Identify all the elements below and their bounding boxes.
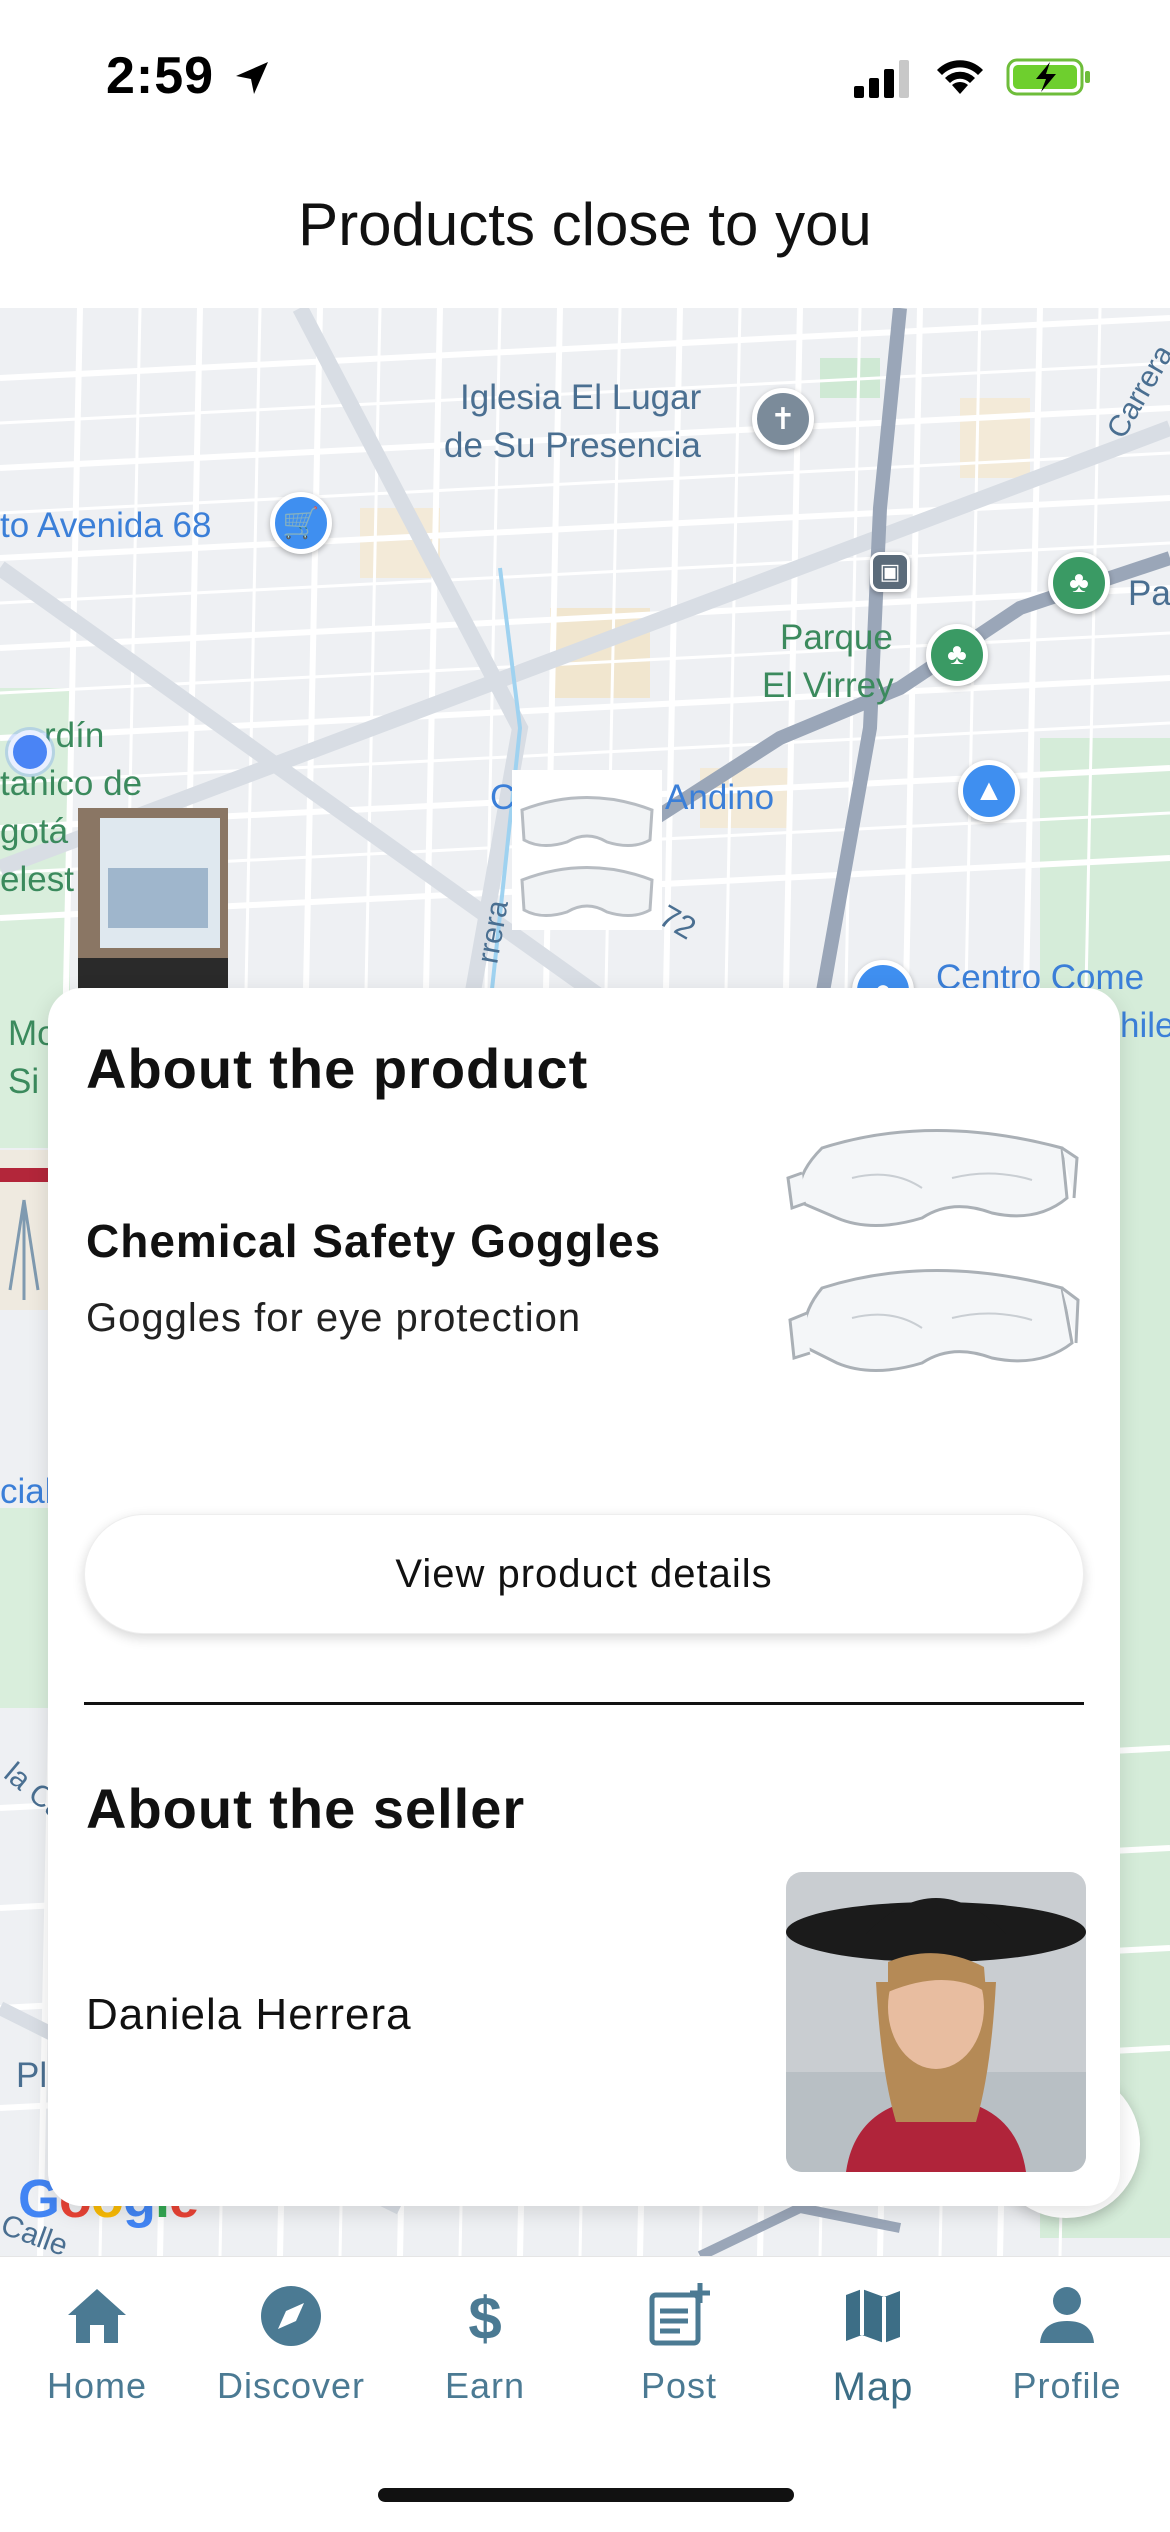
park-pin-icon-2[interactable]: ♣ [926, 624, 988, 686]
product-name: Chemical Safety Goggles [86, 1215, 662, 1267]
shopping-bag-pin-icon[interactable]: ▲ [958, 760, 1020, 822]
section-divider [84, 1702, 1084, 1705]
nav-map[interactable]: Map [776, 2281, 970, 2431]
church-pin-icon[interactable]: ✝ [752, 388, 814, 450]
post-icon [649, 2283, 710, 2346]
nav-earn[interactable]: $ Earn [388, 2281, 582, 2431]
cellular-signal-icon [854, 60, 909, 98]
page-title: Products close to you [298, 191, 872, 258]
map-icon [846, 2289, 900, 2343]
battery-charging-icon [1006, 58, 1090, 96]
map-label-virrey: El Virrey [762, 666, 894, 705]
nav-map-label: Map [832, 2365, 914, 2409]
map-label-avenida: to Avenida 68 [0, 506, 212, 545]
map-label-pa: Pa [1128, 574, 1170, 613]
profile-icon [1040, 2287, 1094, 2343]
nav-profile[interactable]: Profile [970, 2281, 1164, 2431]
map-label-chile: hile [1120, 1006, 1170, 1045]
nav-home-label: Home [46, 2365, 148, 2406]
location-arrow-icon [236, 62, 268, 94]
nav-earn-label: Earn [444, 2365, 526, 2406]
dollar-icon: $ [468, 2285, 501, 2351]
transit-station-icon[interactable]: ▣ [870, 552, 910, 592]
current-location-icon [8, 730, 52, 774]
seller-avatar[interactable] [786, 1872, 1086, 2172]
wifi-icon [937, 60, 983, 94]
nav-post-label: Post [640, 2365, 718, 2406]
product-info-card: About the product Chemical Safety Goggle… [48, 988, 1120, 2206]
compass-icon [261, 2286, 321, 2346]
home-indicator [378, 2488, 794, 2502]
map-label-jardin: rdín [44, 716, 105, 755]
status-bar: 2:59 [0, 0, 1170, 150]
view-product-details-button[interactable]: View product details [84, 1514, 1084, 1634]
map-label-pl: Pl [16, 2056, 48, 2095]
map-label-jardin-4: elest [0, 860, 74, 899]
map-label-iglesia-2: de Su Presencia [444, 426, 701, 465]
svg-text:$: $ [468, 2285, 501, 2351]
map-label-si: Si [8, 1062, 40, 1101]
nav-profile-label: Profile [1012, 2365, 1122, 2406]
home-icon [68, 2289, 126, 2343]
product-image [786, 1129, 1080, 1372]
book-product-marker[interactable] [0, 1150, 48, 1310]
nav-home[interactable]: Home [0, 2281, 194, 2431]
map-label-jardin-3: gotá [0, 812, 69, 851]
status-time: 2:59 [106, 47, 215, 105]
about-seller-title: About the seller [86, 1777, 526, 1840]
about-product-title: About the product [86, 1037, 589, 1100]
seller-name: Daniela Herrera [86, 1990, 412, 2039]
shopping-cart-pin-icon[interactable]: 🛒 [270, 492, 332, 554]
park-pin-icon[interactable]: ♣ [1048, 552, 1110, 614]
nav-discover[interactable]: Discover [194, 2281, 388, 2431]
map-label-cial: cial [0, 1472, 53, 1511]
nav-post[interactable]: Post [582, 2281, 776, 2431]
map-label-iglesia: Iglesia El Lugar [460, 378, 702, 417]
laptop-product-marker[interactable] [78, 808, 228, 998]
goggles-product-marker[interactable] [512, 770, 662, 930]
nav-discover-label: Discover [216, 2365, 366, 2406]
map-label-parque: Parque [780, 618, 893, 657]
product-description: Goggles for eye protection [86, 1296, 582, 1340]
